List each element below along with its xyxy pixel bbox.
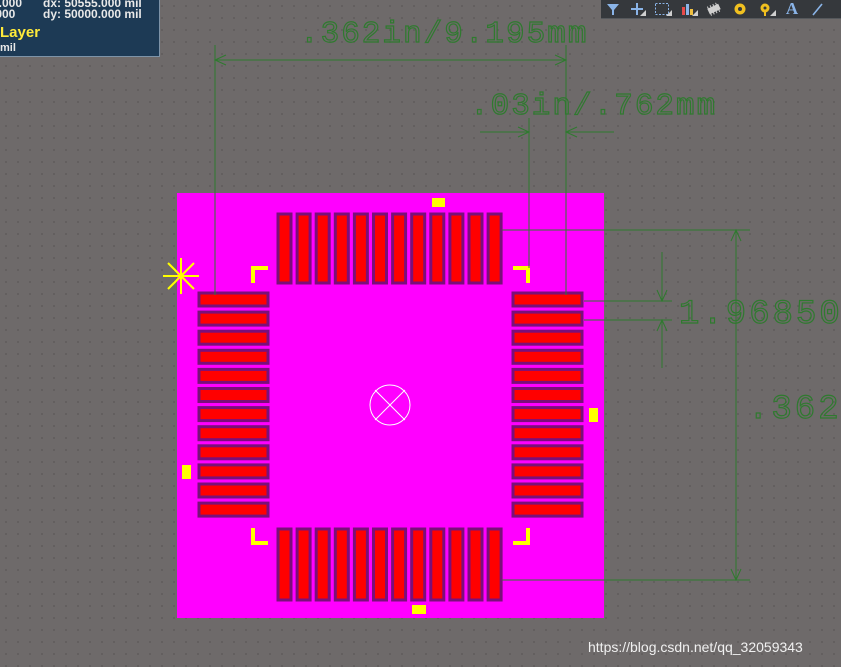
filter-icon [607, 4, 619, 15]
pad-bottom-7[interactable] [391, 527, 408, 602]
pad-right-1[interactable] [511, 291, 584, 308]
filter-button[interactable] [601, 0, 625, 18]
pad-top-10[interactable] [448, 212, 465, 285]
text-button[interactable]: A [779, 0, 805, 18]
pad-top-8[interactable] [410, 212, 427, 285]
pin-marker-top [432, 198, 445, 207]
pad-top-4[interactable] [333, 212, 350, 285]
crosshair-button[interactable] [625, 0, 649, 18]
line-icon [812, 3, 823, 16]
pad-left-5[interactable] [197, 367, 270, 384]
dimension-label-height: .362 [748, 391, 841, 429]
dimension-label-right-value: 1.96850 [679, 296, 841, 334]
watermark-text: https://blog.csdn.net/qq_32059343 [588, 639, 803, 655]
pad-bottom-3[interactable] [314, 527, 331, 602]
pad-right-2[interactable] [511, 310, 584, 327]
pad-bottom-9[interactable] [429, 527, 446, 602]
pad-right-8[interactable] [511, 425, 584, 442]
pad-left-2[interactable] [197, 310, 270, 327]
pad-right-5[interactable] [511, 367, 584, 384]
pad-button[interactable] [727, 0, 753, 18]
line-button[interactable] [805, 0, 829, 18]
pad-bottom-8[interactable] [410, 527, 427, 602]
pad-top-9[interactable] [429, 212, 446, 285]
pin-marker-left [182, 465, 191, 479]
pad-top-5[interactable] [352, 212, 369, 285]
pin-marker-bottom [412, 605, 426, 614]
pad-top-2[interactable] [295, 212, 312, 285]
dimension-label-pitch: .03in/.762mm [470, 89, 717, 124]
pad-left-3[interactable] [197, 329, 270, 346]
pad-bottom-12[interactable] [486, 527, 503, 602]
pad-right-9[interactable] [511, 444, 584, 461]
pad-top-3[interactable] [314, 212, 331, 285]
pad-left-10[interactable] [197, 463, 270, 480]
pad-left-4[interactable] [197, 348, 270, 365]
pcb-canvas[interactable]: .362in/9.195mm .03in/.762mm 1.96850 .362 [0, 0, 841, 667]
pad-right-12[interactable] [511, 501, 584, 518]
pad-left-12[interactable] [197, 501, 270, 518]
text-icon: A [785, 0, 799, 18]
pad-top-12[interactable] [486, 212, 503, 285]
toolbar: A [601, 0, 841, 19]
pad-bottom-1[interactable] [276, 527, 293, 602]
pad-top-7[interactable] [391, 212, 408, 285]
pad-left-8[interactable] [197, 425, 270, 442]
pad-left-11[interactable] [197, 482, 270, 499]
pad-right-4[interactable] [511, 348, 584, 365]
pad-bottom-11[interactable] [467, 527, 484, 602]
reference-point-icon [163, 258, 199, 294]
pad-bottom-2[interactable] [295, 527, 312, 602]
chart-button[interactable] [675, 0, 701, 18]
dimension-label-width: .362in/9.195mm [300, 17, 588, 52]
via-button[interactable] [753, 0, 779, 18]
pad-right-10[interactable] [511, 463, 584, 480]
pad-top-1[interactable] [276, 212, 293, 285]
pad-bottom-4[interactable] [333, 527, 350, 602]
pad-right-7[interactable] [511, 406, 584, 423]
component-button[interactable] [701, 0, 727, 18]
pad-right-3[interactable] [511, 329, 584, 346]
pad-bottom-6[interactable] [372, 527, 388, 602]
pad-top-11[interactable] [467, 212, 484, 285]
pad-right-6[interactable] [511, 387, 584, 403]
pad-right-11[interactable] [511, 482, 584, 499]
pad-left-6[interactable] [197, 387, 270, 403]
select-button[interactable] [649, 0, 675, 18]
component-icon [706, 2, 721, 16]
pad-bottom-5[interactable] [352, 527, 369, 602]
pad-left-7[interactable] [197, 406, 270, 423]
pad-left-1[interactable] [197, 291, 270, 308]
pad-top-6[interactable] [372, 212, 388, 285]
pad-bottom-10[interactable] [448, 527, 465, 602]
pad-icon [734, 3, 746, 15]
pin-marker-right [589, 408, 598, 422]
pad-left-9[interactable] [197, 444, 270, 461]
